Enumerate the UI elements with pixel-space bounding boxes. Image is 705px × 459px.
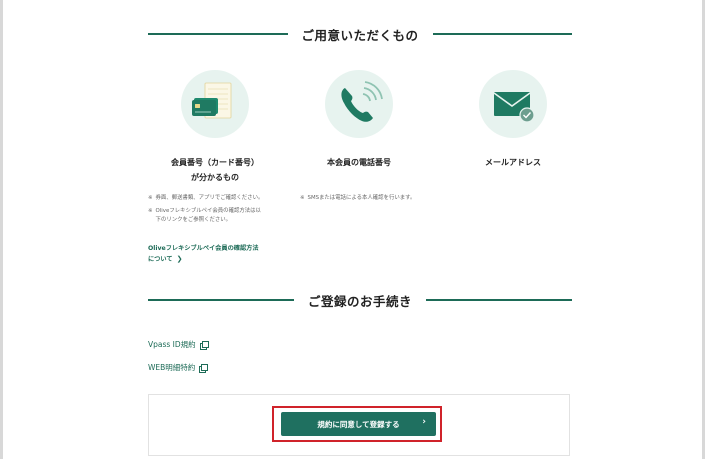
note-item: ※ 券面、郵送書類、アプリでご確認ください。	[148, 194, 266, 203]
heading-rule-left	[148, 33, 288, 35]
olive-confirmation-link[interactable]: Oliveフレキシブルペイ会員の確認方法 について ❯	[148, 244, 268, 265]
chevron-right-icon: ❯	[176, 255, 183, 263]
phone-number-notes: ※ SMSまたは電話による本人確認を行います。	[300, 194, 425, 207]
heading-rule-right	[432, 33, 573, 35]
note-item: ※ SMSまたは電話による本人確認を行います。	[300, 194, 425, 203]
prepare-section-title: ご用意いただくもの	[301, 27, 419, 43]
email-title-line1: メールアドレス	[485, 158, 541, 167]
web-statement-terms-label: WEB明細特約	[148, 363, 196, 372]
note-mark: ※	[300, 195, 305, 201]
agree-and-register-label: 規約に同意して登録する	[317, 419, 400, 429]
card-number-title-line2: が分かるもの	[191, 173, 239, 182]
mail-icon	[479, 70, 547, 138]
external-window-icon	[199, 363, 209, 373]
note-mark: ※	[148, 195, 153, 201]
note-text: SMSまたは電話による本人確認を行います。	[307, 195, 416, 201]
olive-link-line1: Oliveフレキシブルペイ会員の確認方法	[148, 245, 259, 252]
requirement-email-address: メールアドレス	[438, 70, 588, 170]
vpass-id-terms-label: Vpass ID規約	[148, 340, 196, 349]
email-title: メールアドレス	[438, 155, 588, 170]
requirement-phone-number: 本会員の電話番号	[284, 70, 434, 170]
procedure-section-title: ご登録のお手続き	[308, 293, 413, 309]
note-text: Oliveフレキシブルペイ会員の確認方法は以下のリンクをご参照ください。	[155, 208, 261, 223]
vpass-id-terms-link[interactable]: Vpass ID規約	[148, 339, 209, 350]
card-number-notes: ※ 券面、郵送書類、アプリでご確認ください。 ※ Oliveフレキシブルペイ会員…	[148, 194, 266, 229]
external-window-icon	[199, 340, 209, 350]
card-number-title-line1: 会員番号（カード番号）	[171, 158, 259, 167]
phone-number-title: 本会員の電話番号	[284, 155, 434, 170]
page-edge-left	[0, 0, 3, 459]
note-mark: ※	[148, 208, 153, 214]
note-text: 券面、郵送書類、アプリでご確認ください。	[155, 195, 264, 201]
note-item: ※ Oliveフレキシブルペイ会員の確認方法は以下のリンクをご参照ください。	[148, 207, 266, 225]
heading-rule-left	[148, 299, 294, 301]
prepare-section-heading: ご用意いただくもの	[148, 24, 573, 44]
card-number-title: 会員番号（カード番号） が分かるもの	[140, 155, 290, 185]
chevron-right-icon: ›	[422, 417, 426, 427]
requirement-card-number: 会員番号（カード番号） が分かるもの	[140, 70, 290, 185]
web-statement-terms-link[interactable]: WEB明細特約	[148, 362, 209, 373]
phone-number-title-line1: 本会員の電話番号	[327, 158, 391, 167]
heading-rule-right	[426, 299, 573, 301]
procedure-section-heading: ご登録のお手続き	[148, 290, 573, 310]
phone-icon	[325, 70, 393, 138]
agree-and-register-button[interactable]: 規約に同意して登録する ›	[281, 412, 436, 436]
card-icon	[181, 70, 249, 138]
olive-link-line2: について	[148, 256, 173, 263]
